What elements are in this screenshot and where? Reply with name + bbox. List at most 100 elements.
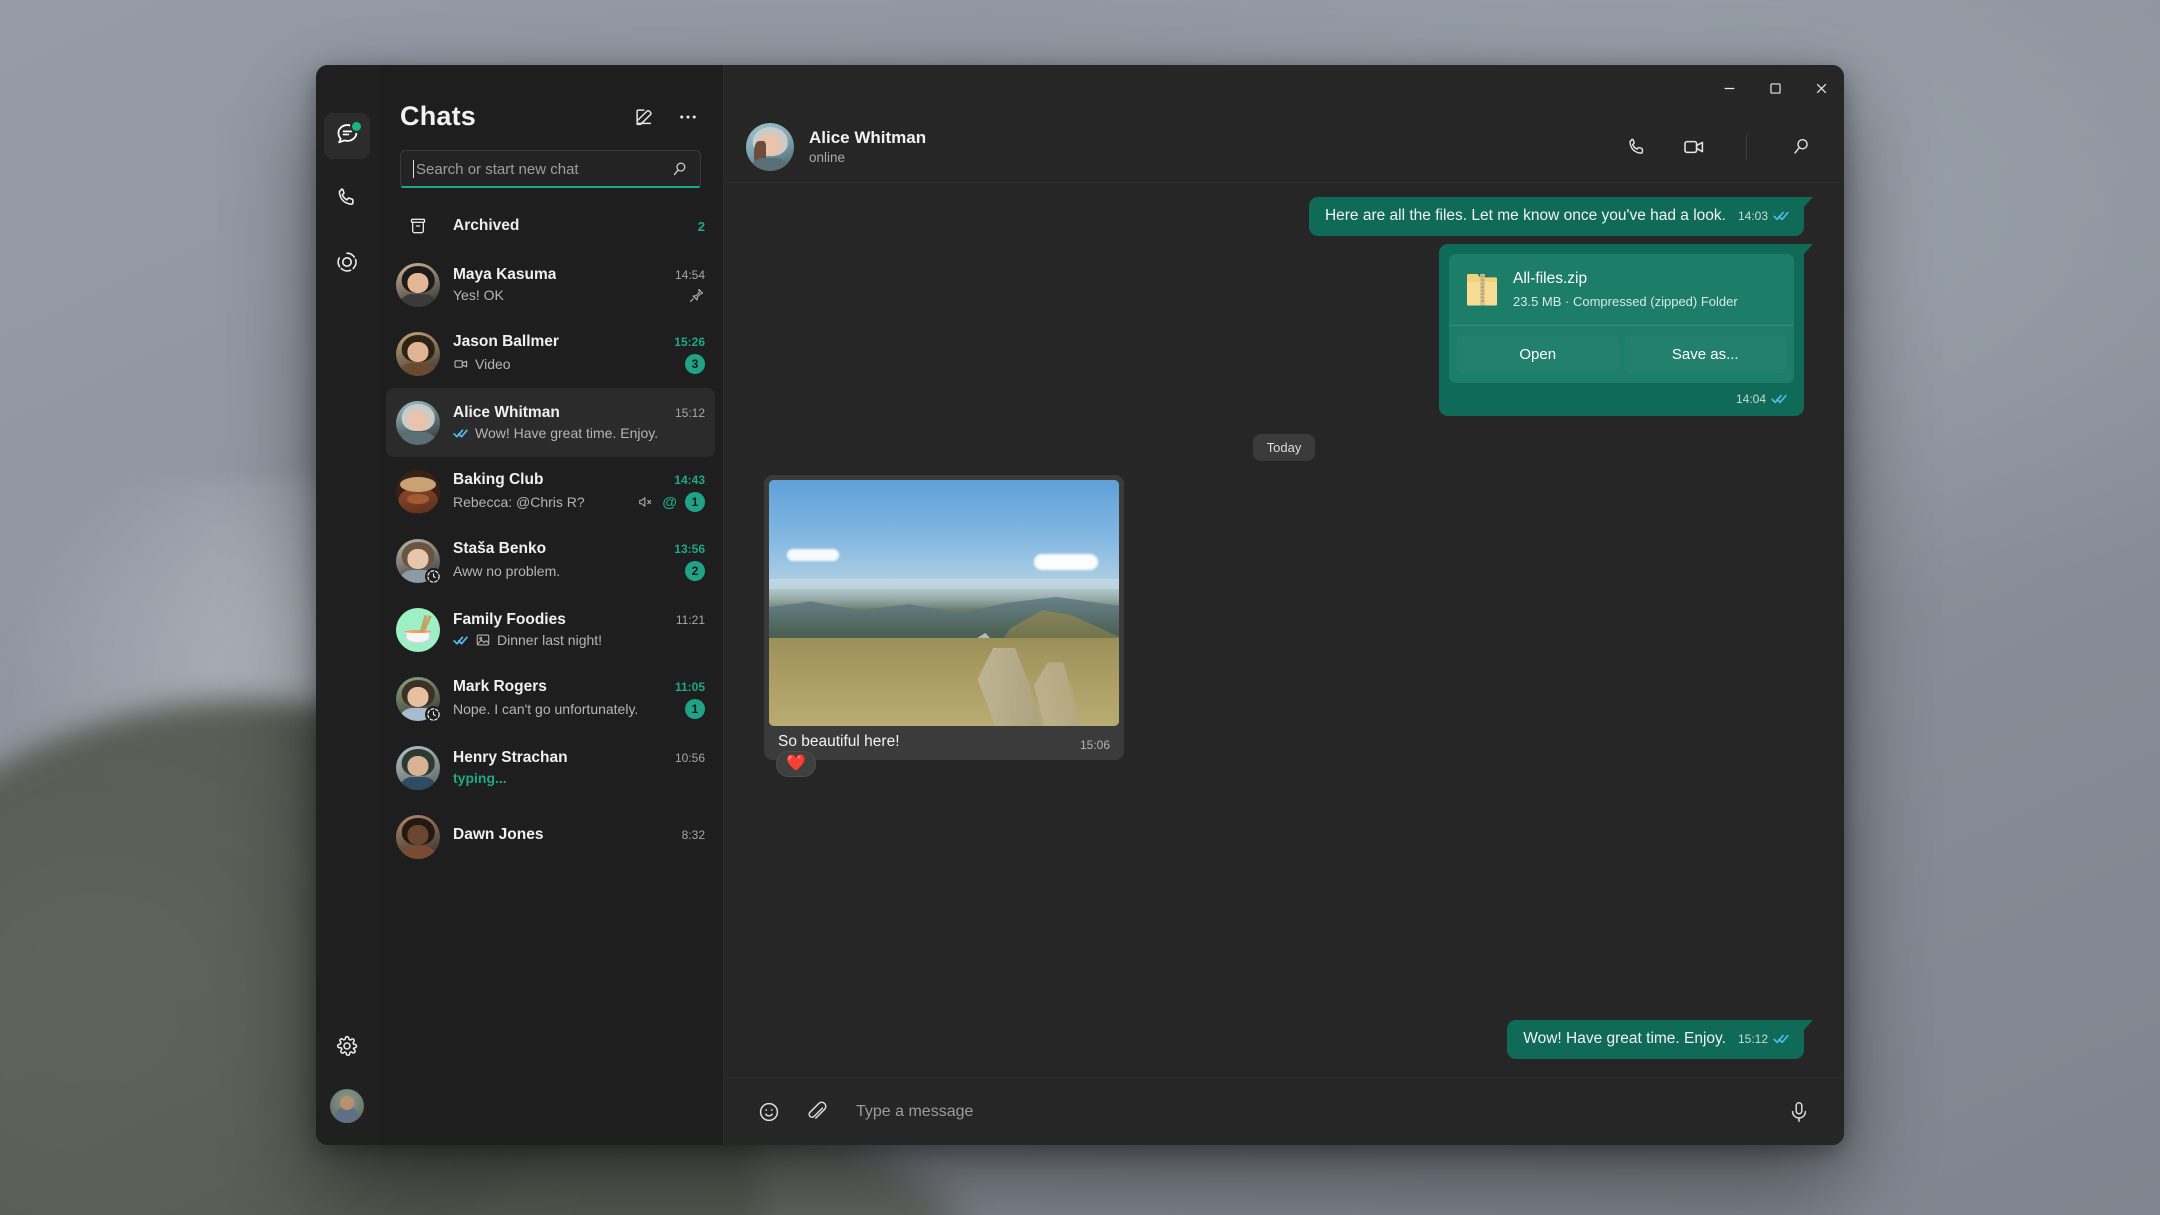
message-photo[interactable]: [769, 480, 1119, 726]
status-ring-icon: [425, 568, 442, 585]
chat-item-preview-text: Nope. I can't go unfortunately.: [453, 701, 638, 717]
avatar[interactable]: [396, 746, 440, 790]
chat-item-meta: [688, 287, 705, 304]
message-time: 14:04: [1736, 391, 1766, 407]
chat-item-name: Jason Ballmer: [453, 333, 559, 351]
avatar[interactable]: [396, 470, 440, 514]
chat-item-content: Family Foodies11:21Dinner last night!: [453, 611, 705, 648]
search-box[interactable]: [400, 150, 701, 188]
close-button[interactable]: [1798, 65, 1844, 111]
chat-item-name: Baking Club: [453, 471, 543, 489]
rail-item-chats[interactable]: [324, 113, 370, 159]
avatar[interactable]: [396, 539, 440, 583]
zip-folder-icon: [1465, 270, 1499, 310]
conversation-search-button[interactable]: [1784, 130, 1818, 164]
search-container: [378, 140, 723, 194]
chat-item-top: Staša Benko13:56: [453, 540, 705, 558]
maximize-button[interactable]: [1752, 65, 1798, 111]
thread-spacer: [764, 768, 1804, 1020]
search-input[interactable]: [416, 161, 670, 178]
chat-item-top: Jason Ballmer15:26: [453, 333, 705, 351]
chat-list-item[interactable]: Baking Club14:43Rebecca: @Chris R?@1: [386, 457, 715, 526]
avatar[interactable]: [396, 608, 440, 652]
status-ring-icon: [425, 706, 442, 723]
chat-item-preview: Wow! Have great time. Enjoy.: [453, 425, 658, 441]
unread-indicator-dot: [350, 120, 363, 133]
save-as-button[interactable]: Save as...: [1625, 335, 1787, 373]
voice-call-button[interactable]: [1620, 130, 1654, 164]
chat-list-item[interactable]: Dawn Jones8:32: [386, 802, 715, 871]
avatar[interactable]: [396, 677, 440, 721]
header-actions: [631, 104, 701, 130]
chat-item-time: 11:21: [676, 613, 705, 627]
chat-item-top: Mark Rogers11:05: [453, 678, 705, 696]
status-icon: [335, 250, 359, 279]
avatar[interactable]: [396, 263, 440, 307]
chat-list-item[interactable]: Mark Rogers11:05 Nope. I can't go unfortu…: [386, 664, 715, 733]
message-meta: 15:06: [1080, 737, 1110, 753]
message-bubble-file[interactable]: All-files.zip 23.5 MB · Compressed (zipp…: [1439, 244, 1804, 416]
chat-list-item[interactable]: Maya Kasuma14:54 Yes! OK: [386, 250, 715, 319]
chat-item-preview-text: Yes! OK: [453, 287, 504, 303]
chat-item-preview: Aww no problem.: [453, 563, 560, 579]
new-chat-icon[interactable]: [631, 104, 657, 130]
chat-item-top: Maya Kasuma14:54: [453, 266, 705, 284]
chat-item-meta: 2: [685, 561, 705, 581]
rail-item-status[interactable]: [324, 241, 370, 287]
avatar[interactable]: [396, 332, 440, 376]
microphone-icon[interactable]: [1784, 1097, 1814, 1127]
avatar-image: [396, 470, 440, 514]
gear-icon: [335, 1034, 359, 1063]
avatar[interactable]: [396, 815, 440, 859]
contact-avatar[interactable]: [746, 123, 794, 171]
unread-badge: 3: [685, 354, 705, 374]
paperclip-icon[interactable]: [802, 1097, 832, 1127]
message-row: So beautiful here! 15:06 ❤️: [764, 475, 1804, 760]
page-title: Chats: [400, 101, 476, 132]
video-icon: [453, 356, 469, 372]
avatar-image: [396, 401, 440, 445]
chat-item-name: Maya Kasuma: [453, 266, 556, 284]
archived-count: 2: [698, 219, 705, 234]
message-bubble-image[interactable]: So beautiful here! 15:06 ❤️: [764, 475, 1124, 760]
chat-item-bottom: Video3: [453, 354, 705, 374]
phone-icon: [335, 186, 359, 215]
chat-item-content: Jason Ballmer15:26 Video3: [453, 333, 705, 374]
message-meta: 14:04: [1736, 391, 1788, 407]
avatar[interactable]: [396, 401, 440, 445]
text-caret: [413, 160, 414, 178]
avatar-image: [396, 263, 440, 307]
chat-item-content: Henry Strachan10:56typing...: [453, 749, 705, 786]
image-caption: So beautiful here!: [778, 732, 900, 753]
file-card-actions: Open Save as...: [1449, 326, 1794, 383]
search-icon[interactable]: [670, 159, 690, 179]
avatar-image: [396, 746, 440, 790]
chat-list-item[interactable]: Family Foodies11:21Dinner last night!: [386, 595, 715, 664]
minimize-button[interactable]: [1706, 65, 1752, 111]
message-input[interactable]: [850, 1103, 1766, 1121]
chat-item-preview: Rebecca: @Chris R?: [453, 494, 585, 510]
day-label: Today: [1253, 434, 1316, 461]
emoji-icon[interactable]: [754, 1097, 784, 1127]
chat-item-preview-text: Aww no problem.: [453, 563, 560, 579]
message-bubble-outgoing[interactable]: Here are all the files. Let me know once…: [1309, 197, 1804, 236]
profile-avatar[interactable]: [330, 1089, 364, 1123]
chat-item-bottom: Yes! OK: [453, 287, 705, 304]
chat-list-item[interactable]: Henry Strachan10:56typing...: [386, 733, 715, 802]
chat-list-item[interactable]: Jason Ballmer15:26 Video3: [386, 319, 715, 388]
rail-item-settings[interactable]: [324, 1025, 370, 1071]
chat-item-content: Alice Whitman15:12Wow! Have great time. …: [453, 404, 705, 441]
message-bubble-outgoing[interactable]: Wow! Have great time. Enjoy.15:12: [1507, 1020, 1804, 1059]
chat-item-name: Family Foodies: [453, 611, 566, 629]
chat-item-top: Henry Strachan10:56: [453, 749, 705, 767]
file-card: All-files.zip 23.5 MB · Compressed (zipp…: [1449, 254, 1794, 383]
chat-list-item[interactable]: Alice Whitman15:12Wow! Have great time. …: [386, 388, 715, 457]
chat-list-item[interactable]: Staša Benko13:56 Aww no problem. 2: [386, 526, 715, 595]
more-options-icon[interactable]: [675, 104, 701, 130]
chat-item-content: Mark Rogers11:05 Nope. I can't go unfortu…: [453, 678, 705, 719]
open-file-button[interactable]: Open: [1457, 335, 1619, 373]
archived-row[interactable]: Archived 2: [386, 202, 715, 250]
rail-item-calls[interactable]: [324, 177, 370, 223]
day-divider: Today: [764, 434, 1804, 461]
video-call-button[interactable]: [1677, 130, 1711, 164]
